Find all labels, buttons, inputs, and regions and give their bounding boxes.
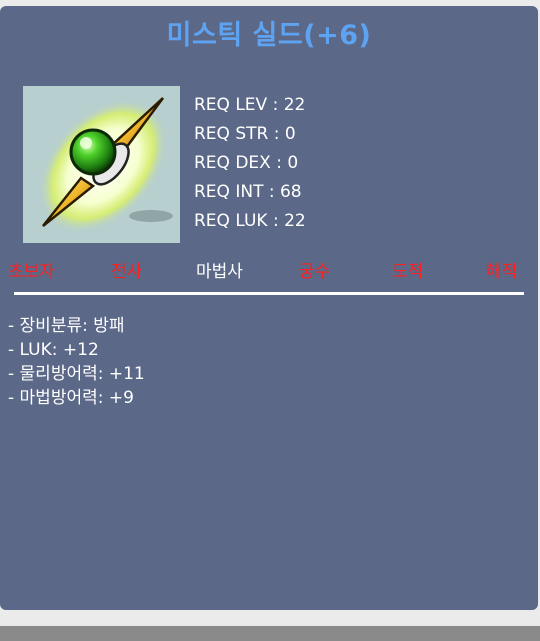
job-pirate: 해적 — [486, 262, 518, 282]
job-thief: 도적 — [392, 262, 424, 282]
req-str: REQ STR : 0 — [194, 124, 296, 144]
req-luk: REQ LUK : 22 — [194, 211, 306, 231]
item-stats-list: - 장비분류: 방패 - LUK: +12 - 물리방어력: +11 - 마법방… — [8, 314, 145, 410]
stat-luk: - LUK: +12 — [8, 340, 99, 360]
section-divider — [14, 292, 524, 295]
req-level: REQ LEV : 22 — [194, 95, 306, 115]
mystic-shield-icon — [38, 97, 173, 234]
stat-physical-defense: - 물리방어력: +11 — [8, 364, 145, 384]
requirements-list: REQ LEV : 22 REQ STR : 0 REQ DEX : 0 REQ… — [194, 91, 306, 236]
job-bowman: 궁수 — [299, 262, 331, 282]
stat-magic-defense: - 마법방어력: +9 — [8, 388, 134, 408]
item-icon-frame — [23, 86, 180, 243]
stat-equipment-type: - 장비분류: 방패 — [8, 316, 125, 336]
req-dex: REQ DEX : 0 — [194, 153, 299, 173]
job-warrior: 전사 — [111, 262, 143, 282]
job-class-row: 초보자 전사 마법사 궁수 도적 해적 — [8, 258, 524, 288]
req-int: REQ INT : 68 — [194, 182, 302, 202]
job-beginner: 초보자 — [8, 262, 55, 282]
item-title: 미스틱 실드(+6) — [166, 20, 372, 51]
job-magician: 마법사 — [196, 262, 243, 282]
item-tooltip-card: 미스틱 실드(+6) REQ LEV: 22 REQ STR: 0 REQ … — [0, 6, 538, 610]
bottom-bar — [0, 626, 540, 641]
